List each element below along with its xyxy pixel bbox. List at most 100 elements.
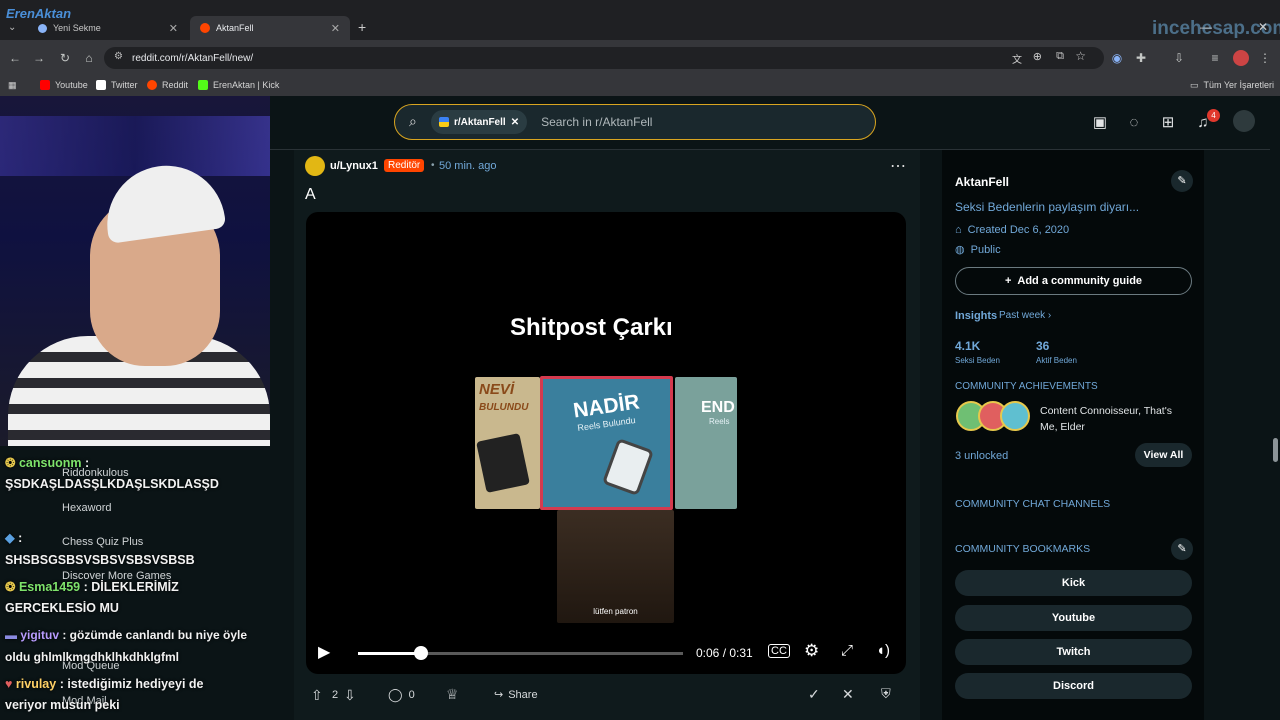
chat-badge-icon: ❂	[5, 580, 19, 594]
achievements-list: Content Connoisseur, That's Me, Elder	[1040, 405, 1172, 433]
home-icon[interactable]: ⌂	[80, 50, 98, 66]
bookmark-reddit[interactable]: Reddit	[147, 77, 188, 93]
chat-icon[interactable]: ◌	[1123, 112, 1145, 134]
chat-channels-heading[interactable]: COMMUNITY CHAT CHANNELS	[955, 498, 1110, 510]
award-icon[interactable]: ♕	[446, 686, 459, 703]
video-progress-handle[interactable]	[414, 646, 429, 660]
meme-clip: lütfen patron	[557, 510, 674, 623]
chat-badge-icon: ▬	[5, 628, 21, 642]
page-scrollbar[interactable]	[1270, 96, 1280, 720]
new-tab-plus-icon[interactable]: +	[358, 19, 366, 35]
remove-x-icon[interactable]: ✕	[842, 686, 854, 703]
achievement-badge-icon[interactable]	[1000, 401, 1030, 431]
folder-icon: ▭	[1190, 79, 1199, 90]
search-bar[interactable]: ⌕ r/AktanFell ✕ Search in r/AktanFell	[394, 104, 876, 140]
address-bar[interactable]: ⚙ reddit.com/r/AktanFell/new/ 文 ⊕ ⧉ ☆	[104, 47, 1104, 69]
post-title[interactable]: A	[305, 186, 316, 204]
tab-aktanfell[interactable]: AktanFell ✕	[190, 16, 350, 40]
tab-title: Yeni Sekme	[53, 23, 101, 33]
zoom-icon[interactable]: ⊕	[1033, 50, 1042, 63]
create-post-icon[interactable]: ⊞	[1157, 112, 1179, 134]
fullscreen-icon[interactable]: ⤢	[841, 642, 853, 659]
youtube-icon	[40, 80, 50, 90]
post-overflow-menu-icon[interactable]: ⋯	[890, 156, 906, 176]
bookmark-youtube[interactable]: Youtube	[40, 77, 88, 93]
streamer-webcam	[0, 96, 270, 446]
reading-list-icon[interactable]: ≡	[1206, 50, 1224, 66]
bookmark-twitter[interactable]: Twitter	[96, 77, 138, 93]
online-value: 36	[1036, 339, 1050, 353]
edit-bookmarks-pencil-icon[interactable]: ✎	[1171, 538, 1193, 560]
card-label: NEVİ	[479, 381, 515, 398]
chat-message: GERCEKLESİO MU	[5, 601, 119, 615]
downvote-icon[interactable]: ⇩	[344, 687, 356, 704]
chat-message: veriyor musun peki	[5, 698, 120, 712]
scrollbar-thumb[interactable]	[1273, 438, 1278, 462]
video-title-text: Shitpost Çarkı	[510, 314, 673, 341]
downloads-icon[interactable]: ⇩	[1170, 50, 1188, 66]
reload-icon[interactable]: ↻	[56, 50, 74, 66]
card-label: END	[701, 399, 735, 416]
bookmark-link-kick[interactable]: Kick	[955, 570, 1192, 596]
search-input[interactable]: Search in r/AktanFell	[541, 115, 652, 129]
bookmark-link-youtube[interactable]: Youtube	[955, 605, 1192, 631]
wheel-card-center: NADİR Reels Bulundu	[540, 376, 673, 510]
chrome-icon	[38, 23, 47, 33]
chat-message: ▬ yigituv : gözümde canlandı bu niye öyl…	[5, 628, 248, 642]
extension-icon[interactable]: ◉	[1108, 50, 1126, 66]
mod-shield-icon[interactable]: ⛨	[881, 686, 891, 702]
tab-new-tab[interactable]: Yeni Sekme ✕	[28, 16, 188, 40]
minimize-icon[interactable]: —	[1200, 20, 1212, 34]
edit-pencil-icon[interactable]: ✎	[1171, 170, 1193, 192]
extensions-puzzle-icon[interactable]: ✚	[1132, 50, 1150, 66]
post-time: 50 min. ago	[439, 160, 497, 172]
bookmark-link-discord[interactable]: Discord	[955, 673, 1192, 699]
settings-gear-icon[interactable]: ⚙	[804, 641, 819, 661]
post-author[interactable]: u/Lynux1	[330, 160, 378, 172]
reddit-icon	[147, 80, 157, 90]
approve-check-icon[interactable]: ✓	[808, 686, 820, 703]
chat-message: ♥ rivulay : istediğimiz hediyeyi de	[5, 677, 204, 691]
install-icon[interactable]: ⧉	[1056, 50, 1064, 63]
play-icon[interactable]: ▶	[318, 642, 330, 662]
members-label: Seksi Beden	[955, 356, 1000, 365]
profile-avatar[interactable]	[1233, 50, 1249, 66]
cake-icon: ⌂	[955, 224, 962, 236]
created-date: ⌂ Created Dec 6, 2020	[955, 224, 1070, 236]
forward-icon[interactable]: →	[30, 50, 48, 66]
bookmark-kick[interactable]: ErenAktan | Kick	[198, 77, 279, 93]
share-button[interactable]: ↪ Share	[494, 688, 538, 702]
close-tab-icon[interactable]: ✕	[331, 22, 340, 35]
add-community-guide-button[interactable]: + Add a community guide	[955, 267, 1192, 295]
remove-chip-icon[interactable]: ✕	[511, 117, 519, 128]
comment-icon: ◯	[388, 687, 403, 702]
subreddit-search-chip[interactable]: r/AktanFell ✕	[431, 110, 528, 134]
bookmark-star-icon[interactable]: ☆	[1075, 49, 1086, 63]
tab-list-dropdown-icon[interactable]: ⌄	[8, 22, 16, 33]
close-window-icon[interactable]: ✕	[1258, 20, 1268, 34]
advertise-icon[interactable]: ▣	[1089, 112, 1111, 134]
bookmarks-bar: ▦ Youtube Twitter Reddit ErenAktan | Kic…	[0, 74, 1280, 96]
shelf-lights	[0, 116, 270, 176]
chevron-right-icon: ›	[1047, 310, 1052, 321]
close-tab-icon[interactable]: ✕	[169, 22, 178, 35]
site-info-icon[interactable]: ⚙	[114, 51, 123, 62]
share-icon: ↪	[494, 689, 504, 701]
url-text: reddit.com/r/AktanFell/new/	[132, 52, 254, 64]
volume-icon[interactable]: ◖)	[876, 642, 890, 659]
video-progress-bar[interactable]	[358, 646, 683, 660]
bookmark-link-twitch[interactable]: Twitch	[955, 639, 1192, 665]
view-all-button[interactable]: View All	[1135, 443, 1192, 467]
insights-range-dropdown[interactable]: Past week ›	[999, 310, 1051, 321]
back-icon[interactable]: ←	[6, 50, 24, 66]
user-avatar[interactable]	[1233, 110, 1255, 132]
chat-badge-icon: ♥	[5, 677, 16, 691]
upvote-icon[interactable]: ⇧	[311, 687, 323, 704]
captions-icon[interactable]: CC	[768, 644, 790, 658]
translate-icon[interactable]: 文	[1012, 51, 1022, 66]
all-bookmarks[interactable]: ▭ Tüm Yer İşaretleri	[1190, 77, 1274, 93]
browser-menu-icon[interactable]: ⋮	[1256, 50, 1274, 66]
author-avatar[interactable]	[305, 156, 325, 176]
comment-button[interactable]: ◯ 0	[388, 687, 415, 703]
apps-grid-icon[interactable]: ▦	[8, 77, 17, 93]
